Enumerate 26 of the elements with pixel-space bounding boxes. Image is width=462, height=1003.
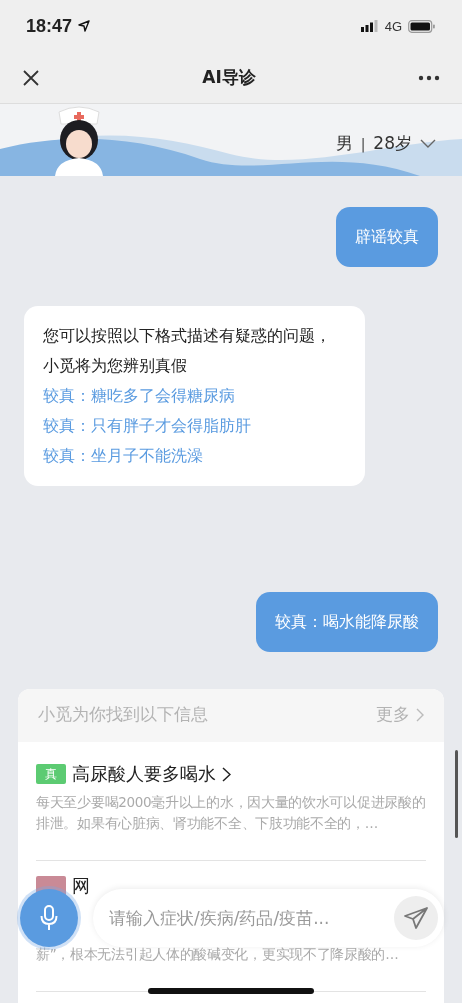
close-icon[interactable] xyxy=(22,68,40,87)
more-icon[interactable] xyxy=(418,74,440,81)
age-label[interactable]: 28岁 xyxy=(373,132,412,155)
separator: | xyxy=(360,135,366,152)
chevron-down-icon[interactable] xyxy=(420,139,436,148)
page-title: AI导诊 xyxy=(202,66,256,89)
result-title[interactable]: 网 xyxy=(72,874,90,898)
user-message: 辟谣较真 xyxy=(336,207,438,267)
results-heading: 小觅为你找到以下信息 xyxy=(38,703,209,726)
result-title[interactable]: 高尿酸人要多喝水 xyxy=(72,762,216,786)
user-message: 较真：喝水能降尿酸 xyxy=(256,592,438,652)
network-type: 4G xyxy=(384,18,402,34)
send-icon xyxy=(404,907,428,929)
signal-icon xyxy=(360,20,379,32)
result-summary: 薪”，根本无法引起人体的酸碱变化，更实现不了降尿酸的… xyxy=(36,945,400,964)
microphone-icon xyxy=(40,905,58,931)
input-field[interactable]: 请输入症状/疾病/药品/疫苗... xyxy=(109,903,394,933)
send-button[interactable] xyxy=(394,896,438,940)
gender-label[interactable]: 男 xyxy=(335,132,353,155)
status-time: 18:47 xyxy=(26,15,73,37)
verdict-tag: 真 xyxy=(36,764,66,784)
chevron-right-icon[interactable] xyxy=(222,766,231,782)
location-arrow-icon xyxy=(78,20,91,32)
bot-message-text: 您可以按照以下格式描述有疑惑的问题，小觅将为您辨别真假 xyxy=(43,325,332,377)
result-summary: 每天至少要喝2000毫升以上的水，因大量的饮水可以促进尿酸的排泄。如果有心脏病、肾功能不全、下肢功能不全的，… xyxy=(36,793,426,833)
battery-icon xyxy=(408,19,436,33)
